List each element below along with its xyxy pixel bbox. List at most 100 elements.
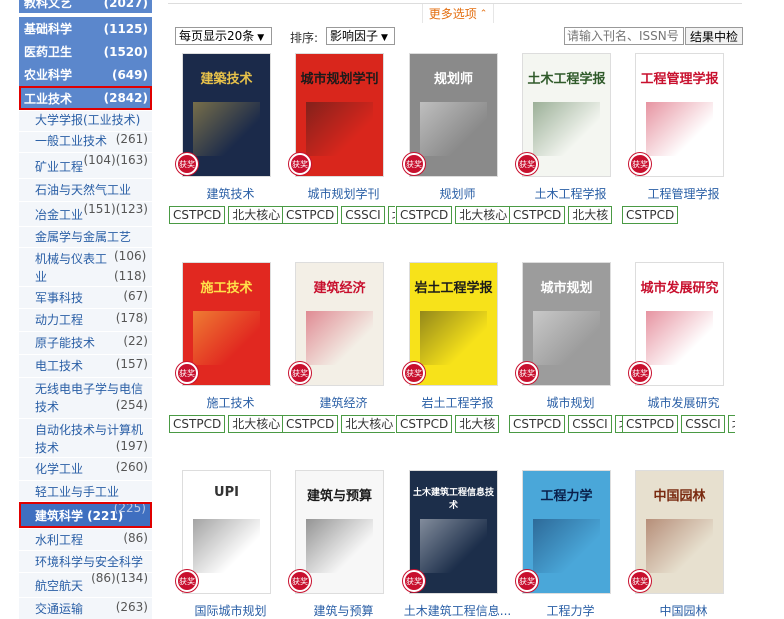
cover-title: 工程管理学报 xyxy=(640,72,719,87)
subcategory-item[interactable]: 自动化技术与计算机技术 (197) xyxy=(19,419,152,457)
journal-search-input[interactable] xyxy=(564,27,684,45)
index-tag[interactable]: CSTPCD xyxy=(622,415,679,433)
cover-illustration xyxy=(533,311,600,365)
index-tags: CSTPCDCSSCI北 xyxy=(509,415,622,433)
index-tag[interactable]: CSTPCD xyxy=(396,206,453,224)
category-item-medicine[interactable]: 医药卫生 (1520) xyxy=(19,40,152,63)
more-options-toggle[interactable]: 更多选项 ⌃ xyxy=(422,4,494,23)
subcategory-label: 军事科技 xyxy=(35,291,84,305)
index-tag[interactable]: 北 xyxy=(387,206,395,224)
journal-card[interactable]: 施工技术 获奖 施工技术 CSTPCD 北大核心 xyxy=(169,262,287,437)
journal-card[interactable]: 建筑与预算 获奖 建筑与预算 xyxy=(287,470,400,619)
index-tag[interactable]: 北大核心 xyxy=(228,415,282,433)
index-tag[interactable]: CSTPCD xyxy=(282,206,339,224)
journal-name-link[interactable]: 城市规划 xyxy=(514,394,627,411)
cover-illustration xyxy=(193,102,260,156)
subcategory-count: (263) xyxy=(115,600,148,614)
index-tag[interactable]: CSSCI xyxy=(341,206,385,224)
journal-name-link[interactable]: 城市规划学刊 xyxy=(287,185,400,202)
journal-name-link[interactable]: 岩土工程学报 xyxy=(401,394,514,411)
category-label: 工业技术 xyxy=(24,91,73,106)
journal-name-link[interactable]: 土木建筑工程信息... xyxy=(401,602,514,619)
per-page-select[interactable]: 每页显示20条 ▼ xyxy=(175,27,272,45)
subcategory-count: (178) xyxy=(115,311,148,325)
subcategory-count: (106)(118) xyxy=(114,249,147,283)
subcategory-item[interactable]: 航空航天 (86)(134) xyxy=(19,573,152,597)
journal-card[interactable]: 工程管理学报 获奖 工程管理学报 CSTPCD xyxy=(622,53,740,228)
subcategory-label: 大学学报(工业技术) xyxy=(35,113,141,127)
category-label: 基础科学 xyxy=(24,22,73,36)
index-tag[interactable]: 北大核 xyxy=(568,206,613,224)
journal-card[interactable]: 建筑经济获奖建筑经济CSTPCD北大核心EI xyxy=(282,262,400,437)
cover-title: 城市发展研究 xyxy=(640,281,719,296)
category-item-education[interactable]: 教科文艺 (2027) xyxy=(19,0,152,13)
journal-name-link[interactable]: 建筑经济 xyxy=(287,394,400,411)
search-in-results-button[interactable]: 结果中检 xyxy=(685,27,743,45)
subcategory-count: (151)(123) xyxy=(83,202,148,216)
category-item-basic-science[interactable]: 基础科学 (1125) xyxy=(19,17,152,40)
index-tag[interactable]: CSTPCD xyxy=(509,206,566,224)
journal-name-link[interactable]: 工程管理学报 xyxy=(627,185,740,202)
journal-card[interactable]: 建築技术 获奖 建筑技术 CSTPCD 北大核心 xyxy=(169,53,287,228)
index-tag[interactable]: CSSCI xyxy=(568,415,612,433)
index-tag[interactable]: CSTPCD xyxy=(396,415,453,433)
journal-card[interactable]: UPI 获奖 国际城市规划 xyxy=(174,470,287,619)
subcategory-item[interactable]: 原子能技术 (22) xyxy=(19,332,152,354)
journal-card[interactable]: 城市规划学刊获奖城市规划学刊CSTPCDCSSCI北 xyxy=(282,53,400,228)
index-tags: CSTPCD 北大核心 xyxy=(169,206,282,224)
cover-title: 规划师 xyxy=(433,72,473,87)
journal-card[interactable]: 中国园林 获奖 中国园林 xyxy=(627,470,740,619)
subcategory-item[interactable]: 机械与仪表工业 (106)(118) xyxy=(19,248,152,286)
category-item-agriculture[interactable]: 农业科学 (649) xyxy=(19,63,152,86)
subcategory-item[interactable]: 无线电电子学与电信技术 (254) xyxy=(19,378,152,418)
index-tag[interactable]: CSTPCD xyxy=(282,415,339,433)
category-item-industrial-tech[interactable]: 工业技术 (2842) xyxy=(19,86,152,110)
subcategory-item[interactable]: 电工技术 (157) xyxy=(19,355,152,377)
index-tag[interactable]: 北 xyxy=(614,415,622,433)
subcategory-item[interactable]: 轻工业与手工业 xyxy=(19,481,152,501)
subcategory-item[interactable]: 军事科技 (67) xyxy=(19,287,152,308)
journal-name-link[interactable]: 建筑技术 xyxy=(174,185,287,202)
sort-select[interactable]: 影响因子 ▼ xyxy=(326,27,395,45)
journal-card[interactable]: 土木建筑工程信息技术 获奖 土木建筑工程信息... xyxy=(401,470,514,619)
journal-card[interactable]: 城市规划获奖城市规划CSTPCDCSSCI北 xyxy=(509,262,627,437)
index-tag[interactable]: CSTPCD xyxy=(509,415,566,433)
journal-card[interactable]: 岩土工程学报 获奖 岩土工程学报 CSTPCD 北大核 xyxy=(396,262,514,437)
index-tag[interactable]: 北大核心 xyxy=(455,206,509,224)
journal-name-link[interactable]: 土木工程学报 xyxy=(514,185,627,202)
subcategory-item[interactable]: 金属学与金属工艺 xyxy=(19,227,152,247)
index-tag[interactable]: 北 xyxy=(727,415,735,433)
subcategory-item[interactable]: 化学工业 (260) xyxy=(19,458,152,480)
journal-name-link[interactable]: 中国园林 xyxy=(627,602,740,619)
index-tag[interactable]: CSSCI xyxy=(681,415,725,433)
subcategory-item[interactable]: 石油与天然气工业 xyxy=(19,179,152,201)
subcategory-item[interactable]: 交通运输 (263) xyxy=(19,598,152,619)
subcategory-item[interactable]: 水利工程 (86) xyxy=(19,529,152,550)
journal-name-link[interactable]: 国际城市规划 xyxy=(174,602,287,619)
index-tag[interactable]: 北大核心 xyxy=(228,206,282,224)
journal-name-link[interactable]: 城市发展研究 xyxy=(627,394,740,411)
journal-name-link[interactable]: 工程力学 xyxy=(514,602,627,619)
journal-name-link[interactable]: 建筑与预算 xyxy=(287,602,400,619)
subcategory-item[interactable]: 动力工程 (178) xyxy=(19,309,152,331)
subcategory-item-architecture[interactable]: 建筑科学 (221) (225) xyxy=(19,502,152,528)
index-tag[interactable]: 北大核 xyxy=(455,415,500,433)
index-tag[interactable]: CSTPCD xyxy=(169,415,226,433)
cover-title: 建筑与预算 xyxy=(306,489,372,504)
journal-card[interactable]: 规划师获奖规划师CSTPCD北大核心EI xyxy=(396,53,514,228)
index-tag[interactable]: CSTPCD xyxy=(622,206,679,224)
journal-name-link[interactable]: 规划师 xyxy=(401,185,514,202)
subcategory-item[interactable]: 矿业工程 (104)(163) xyxy=(19,153,152,178)
journal-card[interactable]: 工程力学 获奖 工程力学 xyxy=(514,470,627,619)
subcategory-item[interactable]: 冶金工业 (151)(123) xyxy=(19,202,152,226)
cover-title: 土木建筑工程信息技术 xyxy=(413,488,495,511)
journal-name-link[interactable]: 施工技术 xyxy=(174,394,287,411)
subcategory-item[interactable]: 大学学报(工业技术) xyxy=(19,111,152,131)
index-tag[interactable]: CSTPCD xyxy=(169,206,226,224)
subcategory-item[interactable]: 一般工业技术 (261) xyxy=(19,132,152,152)
sort-value: 影响因子 xyxy=(330,29,379,43)
subcategory-item[interactable]: 环境科学与安全科学 xyxy=(19,551,152,572)
journal-card[interactable]: 城市发展研究获奖城市发展研究CSTPCDCSSCI北 xyxy=(622,262,740,437)
journal-card[interactable]: 土木工程学报 获奖 土木工程学报 CSTPCD 北大核 xyxy=(509,53,627,228)
index-tag[interactable]: 北大核心 xyxy=(341,415,395,433)
